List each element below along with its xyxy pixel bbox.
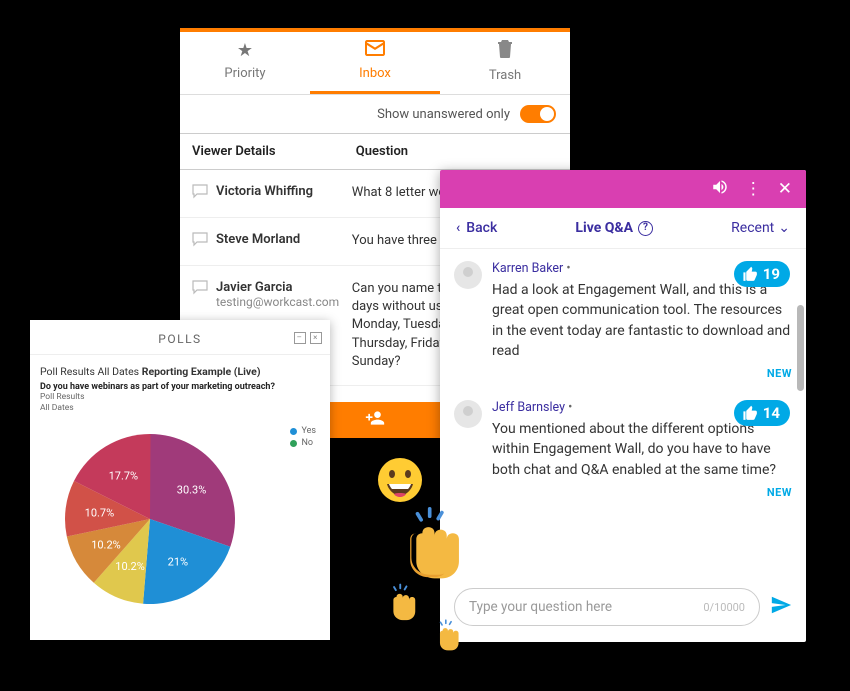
viewer-name: Victoria Whiffing [216, 184, 313, 199]
tab-priority-label: Priority [224, 66, 265, 81]
polls-subtitle: Poll Results All Dates Reporting Example… [30, 355, 330, 382]
avatar [454, 400, 482, 428]
author: Jeff Barnsley [492, 400, 565, 415]
mail-icon [310, 40, 440, 62]
list-item: 14 Jeff Barnsley • You mentioned about t… [454, 400, 792, 499]
send-button[interactable] [770, 594, 792, 620]
inbox-column-headers: Viewer Details Question [180, 133, 570, 170]
list-item: 19 Karren Baker • Had a look at Engageme… [454, 261, 792, 380]
inbox-tabs: ★ Priority Inbox Trash [180, 32, 570, 95]
question-input[interactable]: Type your question here 0/10000 [454, 588, 760, 626]
person-add-icon [365, 408, 385, 432]
qa-secondbar: ‹ Back Live Q&A ? Recent ⌄ [440, 208, 806, 249]
svg-text:10.2%: 10.2% [91, 539, 121, 552]
toggle-label: Show unanswered only [377, 107, 510, 122]
close-icon[interactable]: ✕ [778, 179, 792, 199]
col-question-header: Question [344, 134, 570, 169]
author: Karren Baker [492, 261, 563, 276]
question-text: You mentioned about the different option… [492, 419, 792, 480]
svg-text:17.7%: 17.7% [109, 470, 139, 483]
clap-emoji-icon [432, 618, 466, 652]
svg-text:10.7%: 10.7% [85, 507, 115, 520]
chevron-left-icon: ‹ [456, 220, 460, 236]
like-button[interactable]: 14 [734, 400, 790, 426]
pie-chart: 30.3% 21% 10.2% 10.2% 10.7% 17.7% Yes No [30, 420, 330, 624]
star-icon: ★ [180, 40, 310, 62]
legend: Yes No [290, 426, 316, 450]
unanswered-toggle-row: Show unanswered only [180, 95, 570, 133]
viewer-email: testing@workcast.com [216, 295, 339, 309]
polls-question: Do you have webinars as part of your mar… [30, 382, 330, 392]
qa-input-row: Type your question here 0/10000 [440, 577, 806, 642]
question-text: Had a look at Engagement Wall, and this … [492, 280, 792, 361]
chat-icon [192, 184, 208, 203]
new-badge: NEW [492, 486, 792, 499]
more-icon[interactable]: ⋮ [745, 179, 762, 199]
clap-emoji-icon [384, 582, 424, 622]
volume-icon[interactable] [711, 178, 729, 201]
help-icon[interactable]: ? [638, 221, 653, 236]
qa-title: Live Q&A ? [575, 220, 653, 236]
minimize-icon[interactable]: – [294, 332, 306, 344]
legend-item: No [290, 438, 316, 448]
char-counter: 0/10000 [703, 601, 745, 614]
tab-inbox-label: Inbox [359, 66, 391, 81]
svg-text:21%: 21% [168, 556, 188, 569]
col-viewer-header: Viewer Details [180, 134, 344, 169]
legend-item: Yes [290, 426, 316, 436]
tab-inbox[interactable]: Inbox [310, 32, 440, 94]
tab-trash-label: Trash [489, 68, 521, 83]
sort-dropdown[interactable]: Recent ⌄ [731, 220, 790, 236]
svg-text:30.3%: 30.3% [177, 484, 207, 497]
chat-icon [192, 232, 208, 251]
tab-priority[interactable]: ★ Priority [180, 32, 310, 94]
qa-list: 19 Karren Baker • Had a look at Engageme… [440, 249, 806, 577]
polls-meta: Poll Results All Dates [30, 392, 330, 420]
clap-emoji-icon [398, 504, 476, 582]
svg-text:10.2%: 10.2% [115, 560, 145, 573]
legend-dot-icon [290, 440, 297, 447]
qa-topbar: ⋮ ✕ [440, 170, 806, 208]
grin-emoji-icon [376, 456, 424, 504]
chevron-down-icon: ⌄ [778, 220, 790, 236]
polls-panel: POLLS – × Poll Results All Dates Reporti… [30, 320, 330, 640]
polls-title: POLLS [158, 332, 201, 346]
viewer-name: Steve Morland [216, 232, 300, 247]
viewer-name: Javier Garcia [216, 280, 339, 295]
unanswered-toggle[interactable] [520, 105, 556, 123]
tab-trash[interactable]: Trash [440, 32, 570, 94]
trash-icon [440, 40, 570, 64]
new-badge: NEW [492, 367, 792, 380]
scrollbar[interactable] [797, 305, 804, 391]
back-button[interactable]: ‹ Back [456, 220, 497, 236]
close-icon[interactable]: × [310, 332, 322, 344]
like-button[interactable]: 19 [734, 261, 790, 287]
avatar [454, 261, 482, 289]
polls-header: POLLS – × [30, 320, 330, 355]
qa-panel: ⋮ ✕ ‹ Back Live Q&A ? Recent ⌄ 19 Karren [440, 170, 806, 642]
legend-dot-icon [290, 428, 297, 435]
